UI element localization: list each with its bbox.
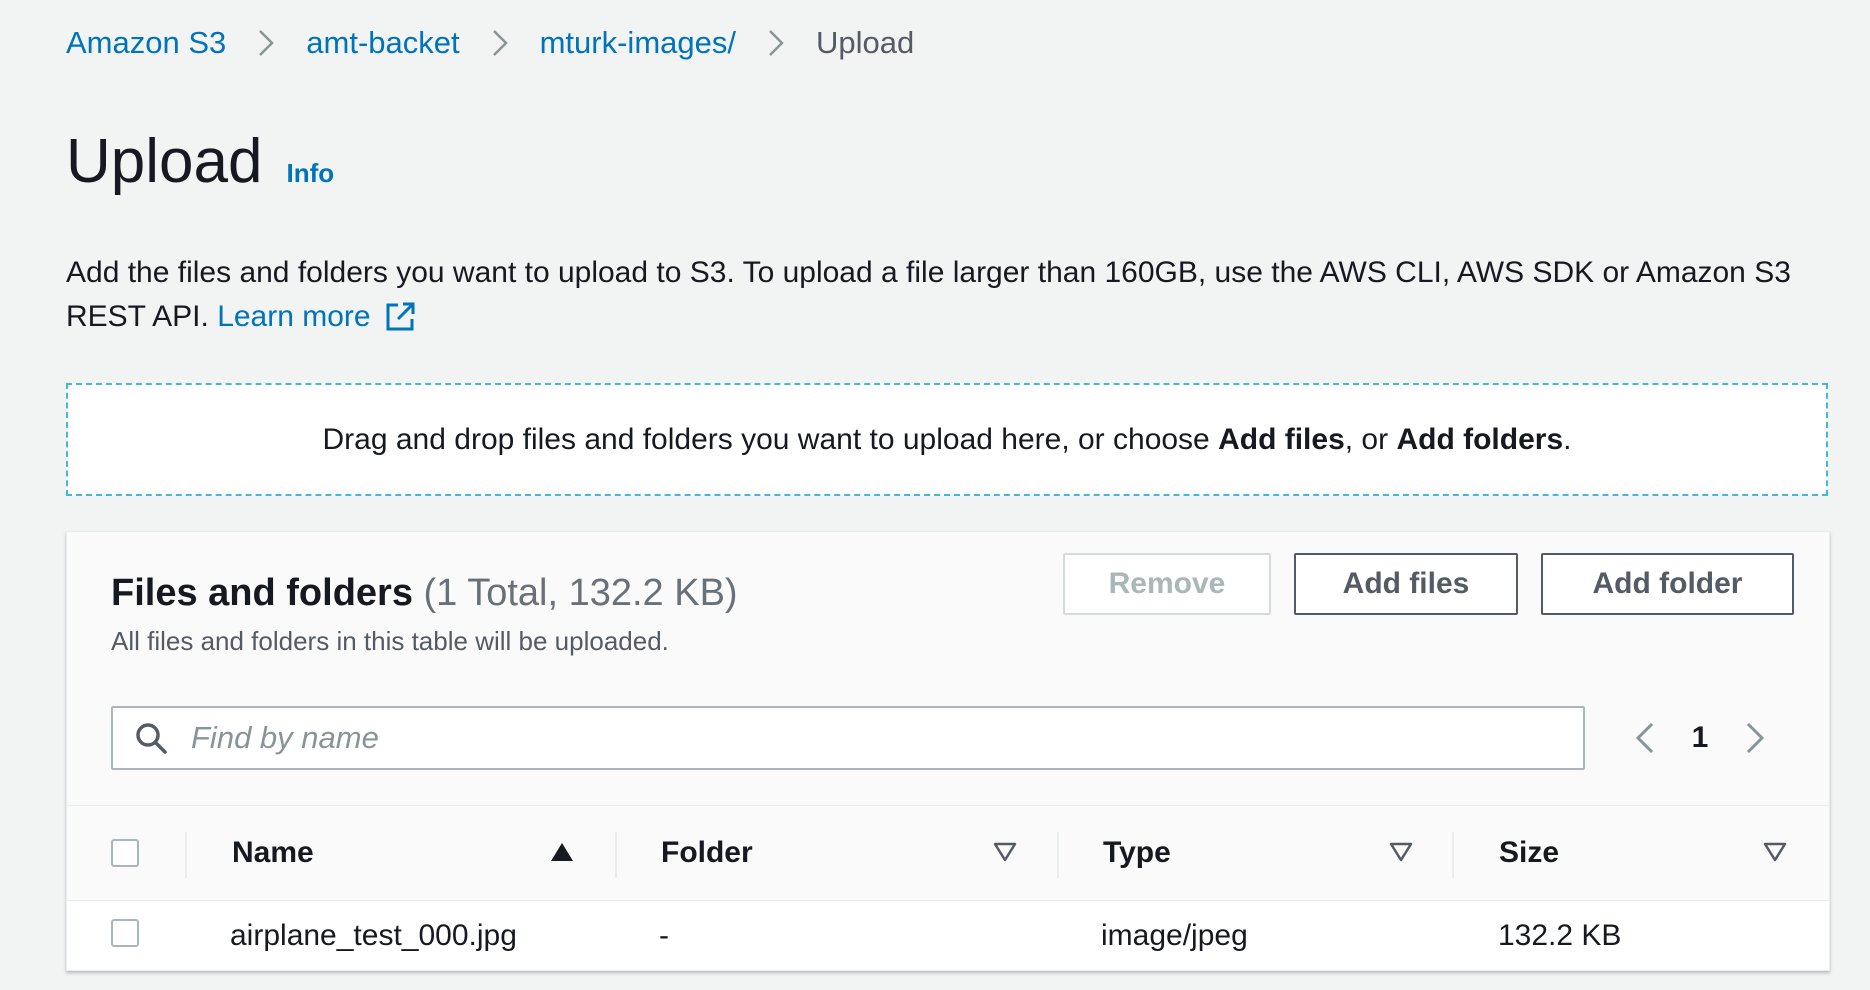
chevron-left-icon[interactable] [1627,720,1663,756]
column-header-type[interactable]: Type [1103,806,1171,900]
panel-header: Files and folders (1 Total, 132.2 KB) Al… [111,568,738,657]
page-title: Upload [66,127,263,196]
sort-toggle-icon[interactable] [992,839,1018,865]
table-row[interactable]: airplane_test_000.jpg - image/jpeg 132.2… [67,901,1829,970]
panel-total-count: (1 Total, 132.2 KB) [423,572,738,614]
page-description: Add the files and folders you want to up… [66,251,1836,339]
column-divider [1452,832,1454,878]
files-and-folders-panel: Files and folders (1 Total, 132.2 KB) Al… [66,531,1830,971]
breadcrumb: Amazon S3 amt-backet mturk-images/ Uploa… [66,22,914,64]
pagination: 1 [1627,706,1773,770]
sort-toggle-icon[interactable] [1762,839,1788,865]
chevron-right-icon [226,22,306,64]
add-files-button[interactable]: Add files [1294,553,1518,615]
dropzone-add-files-emphasis: Add files [1218,422,1345,456]
external-link-icon [386,302,415,331]
dropzone-text-after: . [1563,422,1572,456]
sort-toggle-icon[interactable] [1388,839,1414,865]
dropzone-text: Drag and drop files and folders you want… [323,423,1572,457]
search-icon [136,723,167,754]
sort-ascending-icon[interactable] [549,839,575,865]
page-number[interactable]: 1 [1663,721,1737,755]
cell-size: 132.2 KB [1498,918,1622,952]
breadcrumb-amazon-s3[interactable]: Amazon S3 [66,22,226,64]
dropzone-text-middle: , or [1344,422,1397,456]
select-all-checkbox[interactable] [111,839,139,867]
table-header: Name Folder Type Size [67,805,1829,901]
upload-dropzone[interactable]: Drag and drop files and folders you want… [66,383,1828,496]
search-box [111,706,1585,770]
search-input[interactable] [189,719,1583,757]
learn-more-label: Learn more [217,300,371,333]
title-row: Upload Info [66,122,334,202]
dropzone-add-folders-emphasis: Add folders [1396,422,1564,456]
column-divider [615,832,617,878]
learn-more-link[interactable]: Learn more [217,295,416,339]
row-checkbox[interactable] [111,919,139,947]
column-divider [185,832,187,878]
column-header-size[interactable]: Size [1499,806,1559,900]
chevron-right-icon [736,22,816,64]
panel-title-text: Files and folders [111,572,413,614]
chevron-right-icon [460,22,540,64]
column-divider [1057,832,1059,878]
cell-folder: - [659,918,669,952]
panel-subtitle: All files and folders in this table will… [111,626,669,656]
breadcrumb-folder[interactable]: mturk-images/ [540,22,736,64]
info-link[interactable]: Info [286,158,334,189]
column-header-folder[interactable]: Folder [661,806,753,900]
cell-name: airplane_test_000.jpg [230,918,517,952]
breadcrumb-current: Upload [815,25,915,60]
panel-title: Files and folders (1 Total, 132.2 KB) [111,568,738,618]
remove-button[interactable]: Remove [1063,553,1271,615]
dropzone-text-before: Drag and drop files and folders you want… [322,422,1219,456]
chevron-right-icon[interactable] [1737,720,1773,756]
add-folder-button[interactable]: Add folder [1541,553,1794,615]
cell-type: image/jpeg [1101,918,1248,952]
breadcrumb-bucket[interactable]: amt-backet [306,22,459,64]
column-header-name[interactable]: Name [232,806,314,900]
